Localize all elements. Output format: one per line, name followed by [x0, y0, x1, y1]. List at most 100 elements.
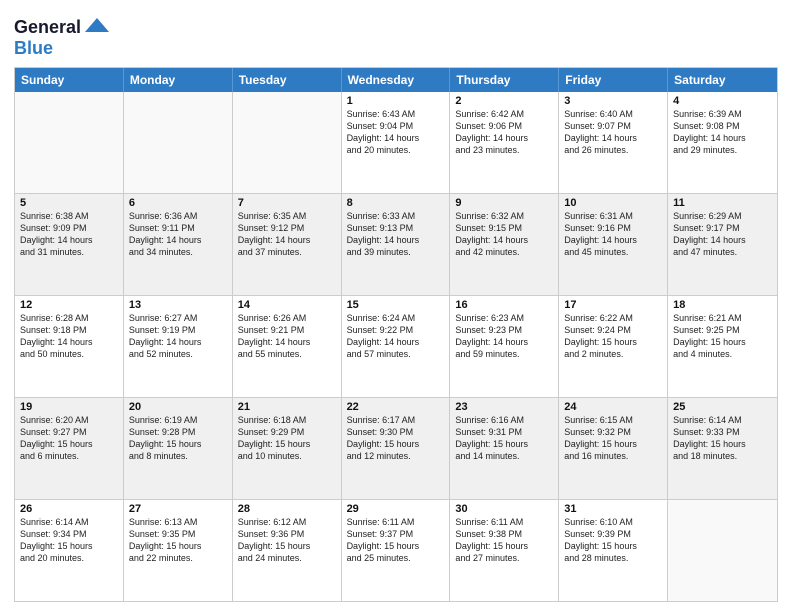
day-info: Sunrise: 6:22 AMSunset: 9:24 PMDaylight:… [564, 312, 662, 361]
day-cell-15: 15Sunrise: 6:24 AMSunset: 9:22 PMDayligh… [342, 296, 451, 397]
calendar-header: SundayMondayTuesdayWednesdayThursdayFrid… [15, 68, 777, 92]
empty-cell-0-2 [233, 92, 342, 193]
day-info: Sunrise: 6:14 AMSunset: 9:34 PMDaylight:… [20, 516, 118, 565]
day-header-sunday: Sunday [15, 68, 124, 92]
day-number: 22 [347, 401, 445, 413]
day-number: 26 [20, 503, 118, 515]
day-header-tuesday: Tuesday [233, 68, 342, 92]
day-cell-1: 1Sunrise: 6:43 AMSunset: 9:04 PMDaylight… [342, 92, 451, 193]
empty-cell-0-0 [15, 92, 124, 193]
day-info: Sunrise: 6:23 AMSunset: 9:23 PMDaylight:… [455, 312, 553, 361]
day-number: 17 [564, 299, 662, 311]
day-number: 28 [238, 503, 336, 515]
day-cell-22: 22Sunrise: 6:17 AMSunset: 9:30 PMDayligh… [342, 398, 451, 499]
day-cell-24: 24Sunrise: 6:15 AMSunset: 9:32 PMDayligh… [559, 398, 668, 499]
day-number: 27 [129, 503, 227, 515]
day-info: Sunrise: 6:19 AMSunset: 9:28 PMDaylight:… [129, 414, 227, 463]
day-info: Sunrise: 6:40 AMSunset: 9:07 PMDaylight:… [564, 108, 662, 157]
day-number: 20 [129, 401, 227, 413]
header: General Blue [14, 10, 778, 59]
day-info: Sunrise: 6:24 AMSunset: 9:22 PMDaylight:… [347, 312, 445, 361]
day-number: 10 [564, 197, 662, 209]
day-cell-30: 30Sunrise: 6:11 AMSunset: 9:38 PMDayligh… [450, 500, 559, 601]
day-number: 23 [455, 401, 553, 413]
day-header-wednesday: Wednesday [342, 68, 451, 92]
day-info: Sunrise: 6:10 AMSunset: 9:39 PMDaylight:… [564, 516, 662, 565]
day-info: Sunrise: 6:12 AMSunset: 9:36 PMDaylight:… [238, 516, 336, 565]
day-number: 30 [455, 503, 553, 515]
calendar-row-0: 1Sunrise: 6:43 AMSunset: 9:04 PMDaylight… [15, 92, 777, 193]
day-info: Sunrise: 6:39 AMSunset: 9:08 PMDaylight:… [673, 108, 772, 157]
day-cell-6: 6Sunrise: 6:36 AMSunset: 9:11 PMDaylight… [124, 194, 233, 295]
logo-text: General [14, 18, 81, 38]
day-cell-23: 23Sunrise: 6:16 AMSunset: 9:31 PMDayligh… [450, 398, 559, 499]
day-cell-27: 27Sunrise: 6:13 AMSunset: 9:35 PMDayligh… [124, 500, 233, 601]
day-header-saturday: Saturday [668, 68, 777, 92]
day-number: 21 [238, 401, 336, 413]
day-number: 9 [455, 197, 553, 209]
day-cell-18: 18Sunrise: 6:21 AMSunset: 9:25 PMDayligh… [668, 296, 777, 397]
calendar-row-2: 12Sunrise: 6:28 AMSunset: 9:18 PMDayligh… [15, 295, 777, 397]
day-number: 19 [20, 401, 118, 413]
day-number: 12 [20, 299, 118, 311]
day-cell-19: 19Sunrise: 6:20 AMSunset: 9:27 PMDayligh… [15, 398, 124, 499]
calendar-row-4: 26Sunrise: 6:14 AMSunset: 9:34 PMDayligh… [15, 499, 777, 601]
empty-cell-0-1 [124, 92, 233, 193]
day-info: Sunrise: 6:33 AMSunset: 9:13 PMDaylight:… [347, 210, 445, 259]
day-info: Sunrise: 6:21 AMSunset: 9:25 PMDaylight:… [673, 312, 772, 361]
day-info: Sunrise: 6:43 AMSunset: 9:04 PMDaylight:… [347, 108, 445, 157]
day-info: Sunrise: 6:16 AMSunset: 9:31 PMDaylight:… [455, 414, 553, 463]
empty-cell-4-6 [668, 500, 777, 601]
day-info: Sunrise: 6:38 AMSunset: 9:09 PMDaylight:… [20, 210, 118, 259]
day-cell-20: 20Sunrise: 6:19 AMSunset: 9:28 PMDayligh… [124, 398, 233, 499]
day-number: 1 [347, 95, 445, 107]
day-info: Sunrise: 6:14 AMSunset: 9:33 PMDaylight:… [673, 414, 772, 463]
day-cell-9: 9Sunrise: 6:32 AMSunset: 9:15 PMDaylight… [450, 194, 559, 295]
day-number: 6 [129, 197, 227, 209]
day-cell-3: 3Sunrise: 6:40 AMSunset: 9:07 PMDaylight… [559, 92, 668, 193]
day-info: Sunrise: 6:26 AMSunset: 9:21 PMDaylight:… [238, 312, 336, 361]
day-cell-14: 14Sunrise: 6:26 AMSunset: 9:21 PMDayligh… [233, 296, 342, 397]
calendar-body: 1Sunrise: 6:43 AMSunset: 9:04 PMDaylight… [15, 92, 777, 601]
day-number: 11 [673, 197, 772, 209]
day-number: 25 [673, 401, 772, 413]
day-cell-26: 26Sunrise: 6:14 AMSunset: 9:34 PMDayligh… [15, 500, 124, 601]
day-number: 4 [673, 95, 772, 107]
day-info: Sunrise: 6:11 AMSunset: 9:38 PMDaylight:… [455, 516, 553, 565]
day-info: Sunrise: 6:42 AMSunset: 9:06 PMDaylight:… [455, 108, 553, 157]
day-info: Sunrise: 6:32 AMSunset: 9:15 PMDaylight:… [455, 210, 553, 259]
day-cell-12: 12Sunrise: 6:28 AMSunset: 9:18 PMDayligh… [15, 296, 124, 397]
day-info: Sunrise: 6:15 AMSunset: 9:32 PMDaylight:… [564, 414, 662, 463]
day-cell-11: 11Sunrise: 6:29 AMSunset: 9:17 PMDayligh… [668, 194, 777, 295]
page: General Blue SundayMondayTuesdayWednesda… [0, 0, 792, 612]
day-info: Sunrise: 6:20 AMSunset: 9:27 PMDaylight:… [20, 414, 118, 463]
day-cell-5: 5Sunrise: 6:38 AMSunset: 9:09 PMDaylight… [15, 194, 124, 295]
day-info: Sunrise: 6:27 AMSunset: 9:19 PMDaylight:… [129, 312, 227, 361]
day-cell-28: 28Sunrise: 6:12 AMSunset: 9:36 PMDayligh… [233, 500, 342, 601]
day-info: Sunrise: 6:17 AMSunset: 9:30 PMDaylight:… [347, 414, 445, 463]
calendar-row-1: 5Sunrise: 6:38 AMSunset: 9:09 PMDaylight… [15, 193, 777, 295]
day-info: Sunrise: 6:36 AMSunset: 9:11 PMDaylight:… [129, 210, 227, 259]
calendar: SundayMondayTuesdayWednesdayThursdayFrid… [14, 67, 778, 602]
logo: General Blue [14, 14, 111, 59]
day-number: 3 [564, 95, 662, 107]
day-cell-25: 25Sunrise: 6:14 AMSunset: 9:33 PMDayligh… [668, 398, 777, 499]
day-number: 15 [347, 299, 445, 311]
day-cell-4: 4Sunrise: 6:39 AMSunset: 9:08 PMDaylight… [668, 92, 777, 193]
day-info: Sunrise: 6:35 AMSunset: 9:12 PMDaylight:… [238, 210, 336, 259]
day-header-monday: Monday [124, 68, 233, 92]
day-header-thursday: Thursday [450, 68, 559, 92]
day-number: 16 [455, 299, 553, 311]
day-info: Sunrise: 6:18 AMSunset: 9:29 PMDaylight:… [238, 414, 336, 463]
day-cell-31: 31Sunrise: 6:10 AMSunset: 9:39 PMDayligh… [559, 500, 668, 601]
day-info: Sunrise: 6:11 AMSunset: 9:37 PMDaylight:… [347, 516, 445, 565]
day-cell-7: 7Sunrise: 6:35 AMSunset: 9:12 PMDaylight… [233, 194, 342, 295]
day-info: Sunrise: 6:28 AMSunset: 9:18 PMDaylight:… [20, 312, 118, 361]
day-cell-2: 2Sunrise: 6:42 AMSunset: 9:06 PMDaylight… [450, 92, 559, 193]
day-cell-16: 16Sunrise: 6:23 AMSunset: 9:23 PMDayligh… [450, 296, 559, 397]
day-number: 14 [238, 299, 336, 311]
logo-icon [83, 14, 111, 42]
day-number: 5 [20, 197, 118, 209]
day-info: Sunrise: 6:31 AMSunset: 9:16 PMDaylight:… [564, 210, 662, 259]
day-header-friday: Friday [559, 68, 668, 92]
